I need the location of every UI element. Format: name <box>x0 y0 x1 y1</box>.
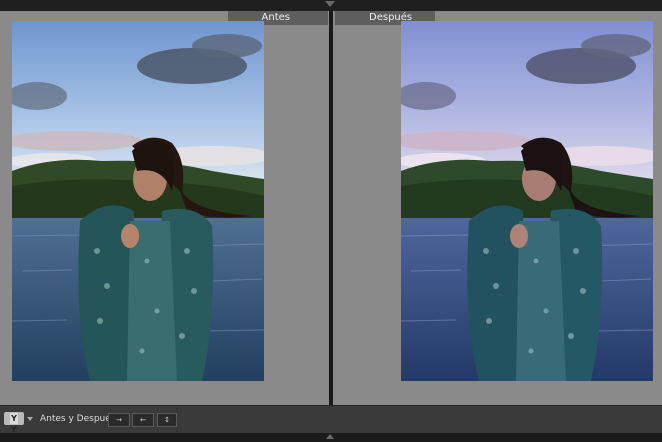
before-photo[interactable] <box>12 21 264 381</box>
before-pane: Antes <box>0 11 329 405</box>
before-label-text: Antes <box>261 12 290 23</box>
copy-after-to-before-button[interactable]: ← <box>132 413 154 427</box>
swap-icon: ↕ <box>164 416 170 424</box>
toolbar: Y Y Antes y Después: → ← ↕ <box>0 405 662 434</box>
arrow-right-icon: → <box>116 416 122 424</box>
after-pane: Después <box>333 11 662 405</box>
after-photo-image <box>401 21 653 381</box>
after-photo[interactable] <box>401 21 653 381</box>
copy-before-to-after-button[interactable]: → <box>108 413 130 427</box>
expand-bottom-panel-icon[interactable] <box>326 434 334 439</box>
swap-settings-button[interactable]: ↕ <box>157 413 177 427</box>
collapse-top-panel-icon[interactable] <box>325 1 335 7</box>
before-after-label: Antes y Después: <box>40 414 119 424</box>
view-mode-label: Y Y <box>10 413 18 434</box>
arrow-left-icon: ← <box>140 416 146 424</box>
top-panel-bar <box>0 0 662 11</box>
chevron-down-icon[interactable] <box>27 417 33 421</box>
before-after-view-button[interactable]: Y Y <box>4 412 24 434</box>
before-photo-image <box>12 21 264 381</box>
